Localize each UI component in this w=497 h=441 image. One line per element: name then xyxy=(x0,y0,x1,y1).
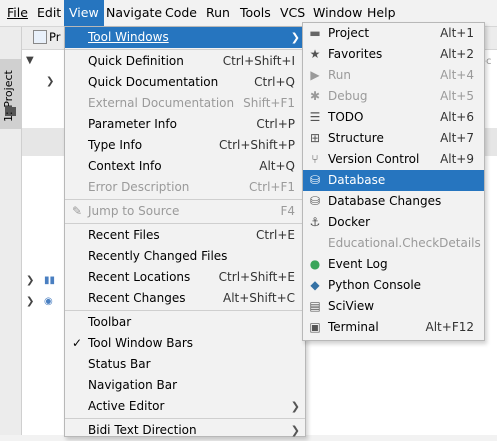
chevron-right-icon: ❯ xyxy=(290,31,300,44)
star-icon: ★ xyxy=(309,47,321,61)
menu-item-project[interactable]: ▬ Project Alt+1 xyxy=(303,23,484,44)
python-icon: ◆ xyxy=(310,278,320,292)
menu-item-python-console[interactable]: ◆ Python Console xyxy=(303,275,484,296)
menu-item-favorites[interactable]: ★ Favorites Alt+2 xyxy=(303,44,484,65)
run-icon: ▶ xyxy=(310,68,320,82)
separator xyxy=(65,49,305,50)
menu-item-docker[interactable]: ⚓ Docker xyxy=(303,212,484,233)
menu-item-debug[interactable]: ✱ Debug Alt+5 xyxy=(303,86,484,107)
database-changes-icon: ⛁ xyxy=(309,194,321,208)
menu-item-quick-definition[interactable]: Quick Definition Ctrl+Shift+I xyxy=(65,51,305,72)
menu-item-context-info[interactable]: Context Info Alt+Q xyxy=(65,156,305,177)
project-icon xyxy=(33,30,47,44)
todo-icon: ☰ xyxy=(309,110,321,124)
project-label: Pr xyxy=(49,30,61,44)
menu-item-recent-files[interactable]: Recent Files Ctrl+E xyxy=(65,225,305,246)
menu-item-error-description[interactable]: Error Description Ctrl+F1 xyxy=(65,177,305,198)
menu-item-tool-windows[interactable]: Tool Windows ❯ xyxy=(65,27,305,48)
menu-item-educational-checkdetails[interactable]: Educational.CheckDetails xyxy=(303,233,484,254)
menu-item-recent-changes[interactable]: Recent Changes Alt+Shift+C xyxy=(65,288,305,309)
menu-item-active-editor[interactable]: Active Editor ❯ xyxy=(65,396,305,417)
menu-item-sciview[interactable]: ▤ SciView xyxy=(303,296,484,317)
sciview-icon: ▤ xyxy=(309,299,321,313)
menu-item-recent-locations[interactable]: Recent Locations Ctrl+Shift+E xyxy=(65,267,305,288)
terminal-icon: ▣ xyxy=(309,320,321,334)
checkmark-icon: ✓ xyxy=(71,336,83,350)
view-menu: Tool Windows ❯ Quick Definition Ctrl+Shift… xyxy=(64,26,306,437)
menu-code[interactable]: Code xyxy=(160,0,202,26)
structure-icon: ⊞ xyxy=(309,131,321,145)
collapse-arrow-icon[interactable]: ❯ xyxy=(26,296,34,307)
menu-item-run[interactable]: ▶ Run Alt+4 xyxy=(303,65,484,86)
menu-navigate[interactable]: Navigate xyxy=(101,0,167,26)
menu-item-todo[interactable]: ☰ TODO Alt+6 xyxy=(303,107,484,128)
menu-item-status-bar[interactable]: Status Bar xyxy=(65,354,305,375)
debug-icon: ✱ xyxy=(309,89,321,103)
menu-item-navigation-bar[interactable]: Navigation Bar xyxy=(65,375,305,396)
scratch-icon: ◉ xyxy=(44,296,53,307)
collapse-arrow-icon[interactable]: ❯ xyxy=(26,275,34,286)
collapse-arrow-icon[interactable]: ❯ xyxy=(46,76,54,87)
menu-edit[interactable]: Edit xyxy=(32,0,66,26)
tool-windows-submenu: ▬ Project Alt+1 ★ Favorites Alt+2 ▶ Run Alt+4 … xyxy=(302,22,485,341)
database-icon: ⛁ xyxy=(309,173,321,187)
menu-tools[interactable]: Tools xyxy=(235,0,276,26)
menu-item-parameter-info[interactable]: Parameter Info Ctrl+P xyxy=(65,114,305,135)
separator xyxy=(65,418,305,419)
menu-item-database[interactable]: ⛁ Database xyxy=(303,170,484,191)
menu-item-terminal[interactable]: ▣ Terminal Alt+F12 xyxy=(303,317,484,338)
chevron-right-icon: ❯ xyxy=(290,400,300,413)
menu-item-type-info[interactable]: Type Info Ctrl+Shift+P xyxy=(65,135,305,156)
bar-chart-icon: ▮▮ xyxy=(44,275,56,286)
menu-item-jump-to-source[interactable]: ✎ Jump to Source F4 xyxy=(65,201,305,222)
docker-icon: ⚓ xyxy=(309,215,321,229)
menu-item-structure[interactable]: ⊞ Structure Alt+7 xyxy=(303,128,484,149)
menu-item-database-changes[interactable]: ⛁ Database Changes xyxy=(303,191,484,212)
vcs-icon: ⑂ xyxy=(311,152,319,166)
menu-item-external-documentation[interactable]: External Documentation Shift+F1 xyxy=(65,93,305,114)
menu-run[interactable]: Run xyxy=(201,0,235,26)
menu-item-quick-documentation[interactable]: Quick Documentation Ctrl+Q xyxy=(65,72,305,93)
project-tab-label[interactable]: 1: Project xyxy=(2,70,15,122)
menu-item-recently-changed-files[interactable]: Recently Changed Files xyxy=(65,246,305,267)
left-tool-strip: 1: Project xyxy=(0,27,22,435)
event-log-icon: ● xyxy=(309,257,321,271)
menu-item-toolbar[interactable]: Toolbar xyxy=(65,312,305,333)
chevron-right-icon: ❯ xyxy=(290,424,300,437)
menu-item-bidi-text-direction[interactable]: Bidi Text Direction ❯ xyxy=(65,420,305,441)
menu-file[interactable]: File xyxy=(2,0,33,26)
folder-icon: ▬ xyxy=(309,26,321,40)
expand-arrow-icon[interactable]: ▼ xyxy=(26,55,34,66)
menu-view[interactable]: View xyxy=(64,0,104,26)
separator xyxy=(65,199,305,200)
menu-item-event-log[interactable]: ● Event Log xyxy=(303,254,484,275)
separator xyxy=(65,310,305,311)
menu-item-version-control[interactable]: ⑂ Version Control Alt+9 xyxy=(303,149,484,170)
pencil-icon: ✎ xyxy=(71,204,83,218)
separator xyxy=(65,223,305,224)
menu-item-tool-window-bars[interactable]: ✓ Tool Window Bars xyxy=(65,333,305,354)
